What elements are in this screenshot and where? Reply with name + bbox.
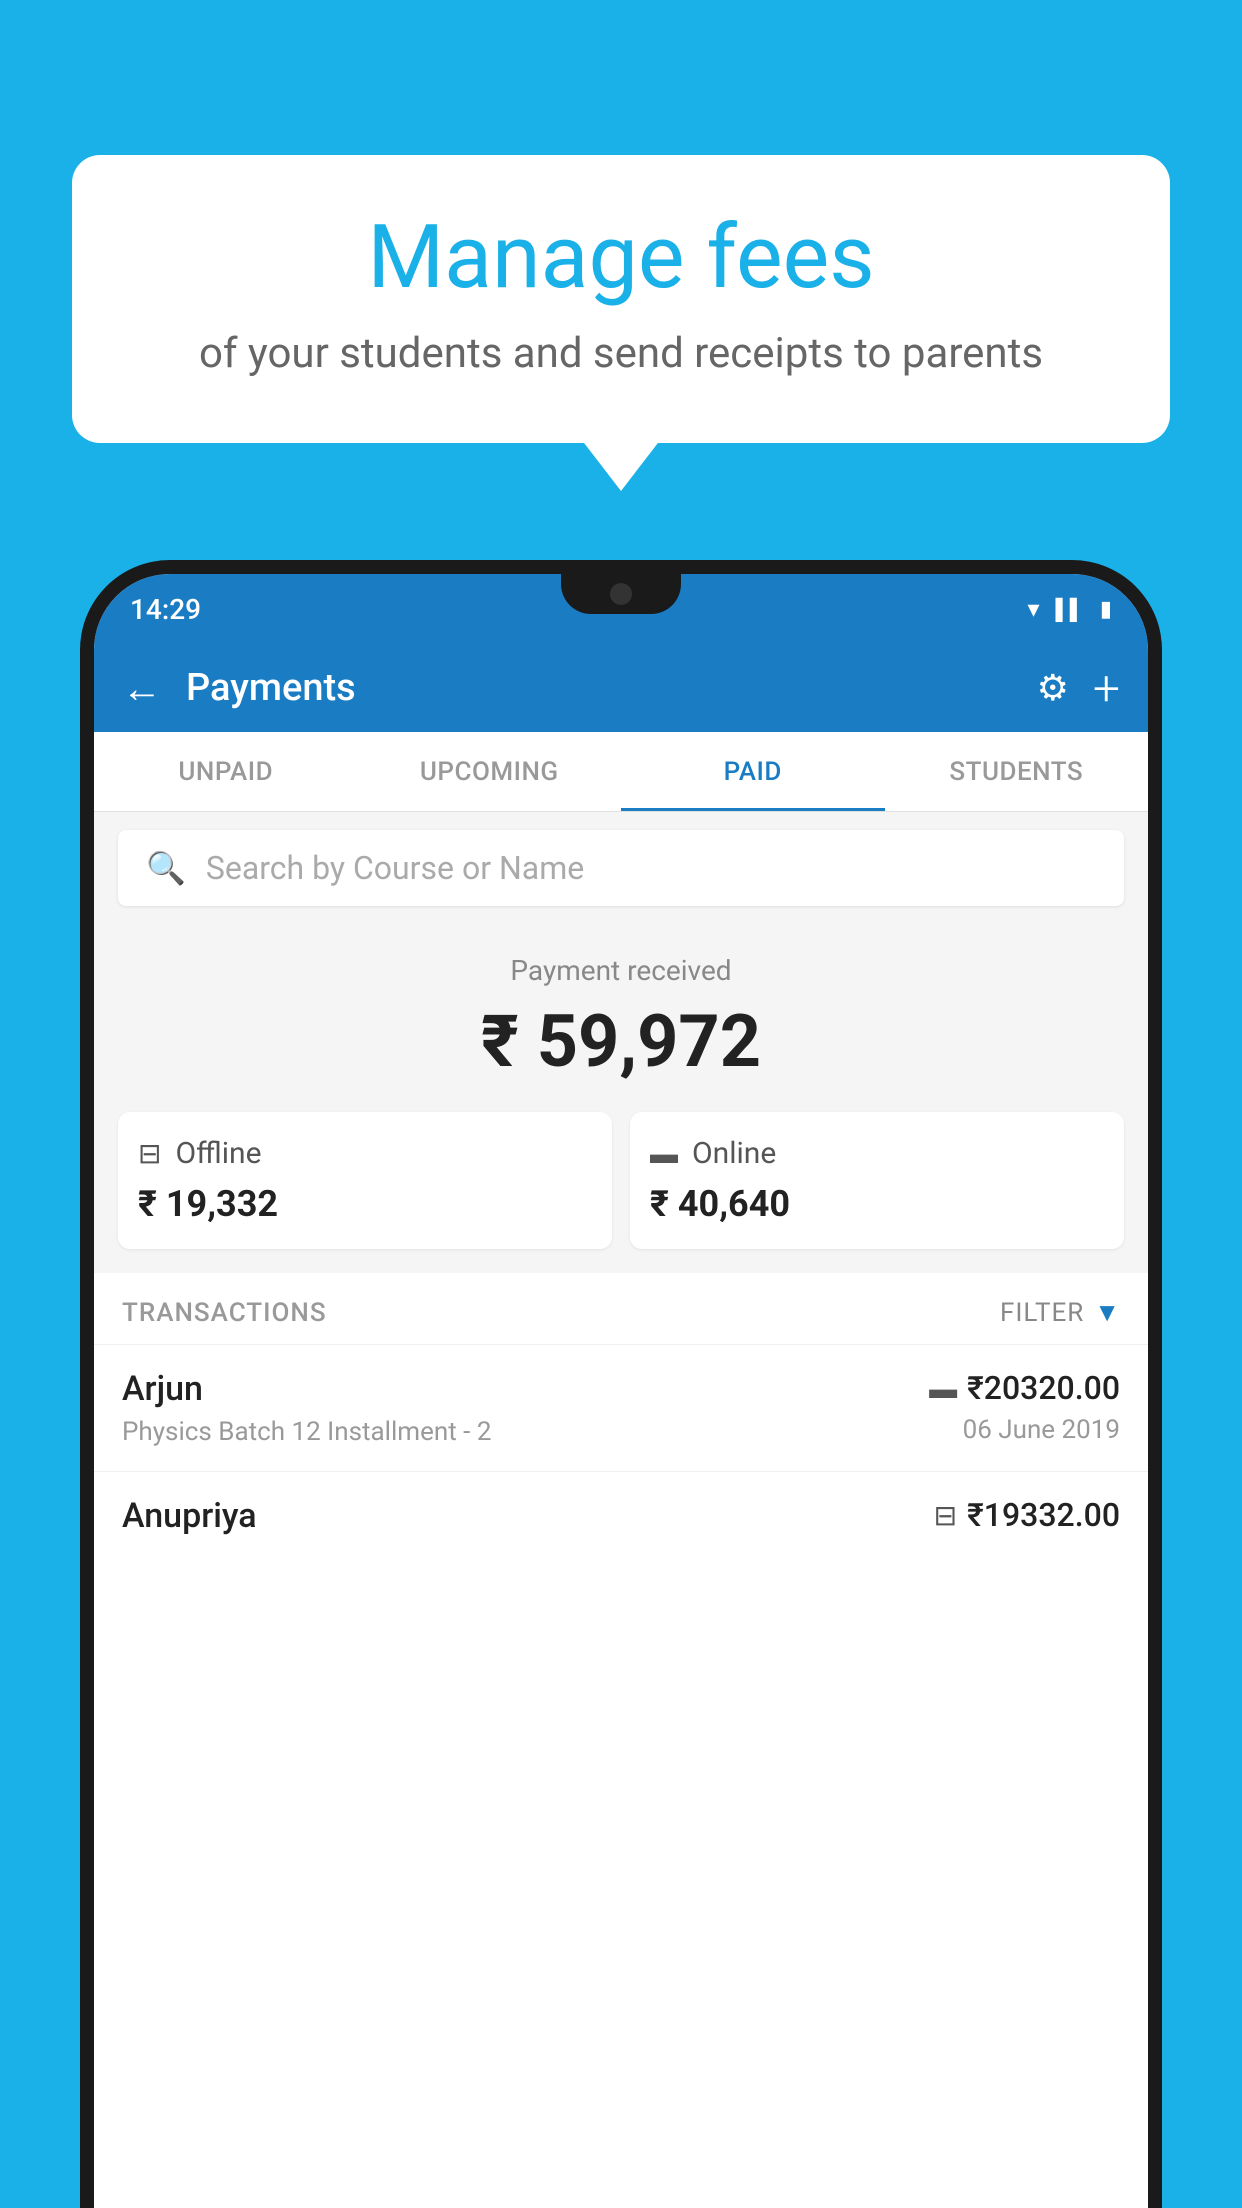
card-payment-icon: ▬ (929, 1372, 957, 1405)
notch (561, 574, 681, 614)
payment-cards: ⊟ Offline ₹ 19,332 ▬ Online ₹ 40,640 (118, 1112, 1124, 1249)
online-payment-card: ▬ Online ₹ 40,640 (630, 1112, 1124, 1249)
camera-notch (610, 583, 632, 605)
filter-label: FILTER (1000, 1298, 1084, 1328)
transaction-desc-arjun: Physics Batch 12 Installment - 2 (122, 1417, 929, 1447)
app-header: ← Payments ⚙ + (94, 644, 1148, 732)
filter-funnel-icon: ▼ (1094, 1297, 1120, 1328)
plus-icon[interactable]: + (1093, 660, 1120, 717)
transaction-right-arjun: ▬ ₹20320.00 06 June 2019 (929, 1369, 1120, 1445)
transaction-item-anupriya[interactable]: Anupriya ⊟ ₹19332.00 (94, 1471, 1148, 1568)
tab-unpaid[interactable]: UNPAID (94, 732, 358, 811)
transactions-header: TRANSACTIONS FILTER ▼ (94, 1273, 1148, 1344)
status-icons: ▾ ▌▌ ▮ (1028, 595, 1113, 623)
online-label: Online (692, 1136, 776, 1171)
payment-total-amount: ₹ 59,972 (118, 999, 1124, 1084)
payment-received-label: Payment received (118, 954, 1124, 987)
status-bar: 14:29 ▾ ▌▌ ▮ (94, 574, 1148, 644)
transaction-right-anupriya: ⊟ ₹19332.00 (934, 1496, 1120, 1542)
battery-icon: ▮ (1100, 597, 1112, 622)
offline-icon: ⊟ (138, 1137, 161, 1170)
search-placeholder: Search by Course or Name (206, 849, 584, 887)
bubble-subtitle: of your students and send receipts to pa… (132, 329, 1110, 378)
offline-payment-icon: ⊟ (934, 1499, 957, 1532)
tab-students[interactable]: STUDENTS (885, 732, 1149, 811)
transactions-label: TRANSACTIONS (122, 1298, 327, 1328)
tabs-bar: UNPAID UPCOMING PAID STUDENTS (94, 732, 1148, 812)
header-title: Payments (186, 666, 1013, 710)
transaction-amount-arjun: ₹20320.00 (967, 1369, 1120, 1407)
search-container: 🔍 Search by Course or Name (94, 812, 1148, 924)
signal-icon: ▌▌ (1056, 597, 1084, 622)
transaction-name-anupriya: Anupriya (122, 1496, 934, 1536)
online-amount: ₹ 40,640 (650, 1183, 1104, 1225)
tab-upcoming[interactable]: UPCOMING (358, 732, 622, 811)
online-icon: ▬ (650, 1137, 678, 1170)
tab-paid[interactable]: PAID (621, 732, 885, 811)
transaction-left-anupriya: Anupriya (122, 1496, 934, 1544)
offline-amount: ₹ 19,332 (138, 1183, 592, 1225)
search-box[interactable]: 🔍 Search by Course or Name (118, 830, 1124, 906)
transaction-left-arjun: Arjun Physics Batch 12 Installment - 2 (122, 1369, 929, 1447)
search-icon: 🔍 (146, 849, 186, 887)
gear-icon[interactable]: ⚙ (1037, 667, 1069, 709)
bubble-title: Manage fees (132, 210, 1110, 307)
status-time: 14:29 (130, 593, 201, 626)
transaction-date-arjun: 06 June 2019 (929, 1415, 1120, 1445)
offline-payment-card: ⊟ Offline ₹ 19,332 (118, 1112, 612, 1249)
phone-inner: 14:29 ▾ ▌▌ ▮ ← Payments ⚙ + UNPAID (94, 574, 1148, 2208)
offline-label: Offline (175, 1136, 261, 1171)
wifi-icon: ▾ (1028, 595, 1040, 623)
back-button[interactable]: ← (122, 665, 162, 712)
speech-bubble: Manage fees of your students and send re… (72, 155, 1170, 443)
transaction-name-arjun: Arjun (122, 1369, 929, 1409)
payment-summary: Payment received ₹ 59,972 ⊟ Offline ₹ 19… (94, 924, 1148, 1273)
filter-area[interactable]: FILTER ▼ (1000, 1297, 1120, 1328)
phone-frame: 14:29 ▾ ▌▌ ▮ ← Payments ⚙ + UNPAID (80, 560, 1162, 2208)
transaction-item-arjun[interactable]: Arjun Physics Batch 12 Installment - 2 ▬… (94, 1344, 1148, 1471)
transaction-amount-anupriya: ₹19332.00 (967, 1496, 1120, 1534)
